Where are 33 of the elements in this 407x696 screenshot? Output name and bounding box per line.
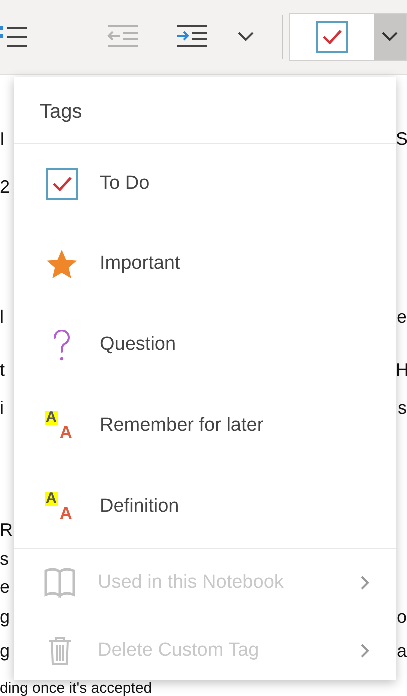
document-text: l [0,306,5,328]
document-text: S [396,128,407,150]
todo-checkbox-icon [316,21,348,53]
todo-checkbox-icon [46,168,78,200]
document-text: 2 [0,176,12,198]
chevron-down-icon [237,31,256,43]
document-text: I [0,128,6,150]
tag-menu-item[interactable]: To Do [14,144,396,224]
document-text: s [0,548,10,570]
document-text: s [397,397,407,419]
tag-menu-item[interactable]: Question [14,305,396,386]
chevron-right-icon [360,575,370,591]
document-text: ding once it's accepted [0,681,152,696]
document-text: i [0,397,5,419]
question-mark-icon [52,330,72,362]
tag-dropdown-button[interactable] [374,14,406,60]
document-text: g [0,640,12,662]
tag-menu-item[interactable]: A A Remember for later [14,386,396,467]
document-text: o [396,606,407,628]
document-text: a [396,640,407,662]
trash-icon [47,636,73,666]
document-text: R [0,519,14,541]
tag-menu-item[interactable]: Important [14,224,396,305]
document-text: e [0,576,12,598]
star-icon [46,248,78,280]
chevron-right-icon [360,643,370,659]
document-text: t [0,359,6,381]
chevron-down-icon [382,32,398,42]
menu-title: Tags [40,101,82,123]
tag-menu-item[interactable]: A A Definition [14,467,396,548]
document-text: e [396,306,407,328]
document-text: g [0,606,12,628]
book-icon [44,568,76,598]
